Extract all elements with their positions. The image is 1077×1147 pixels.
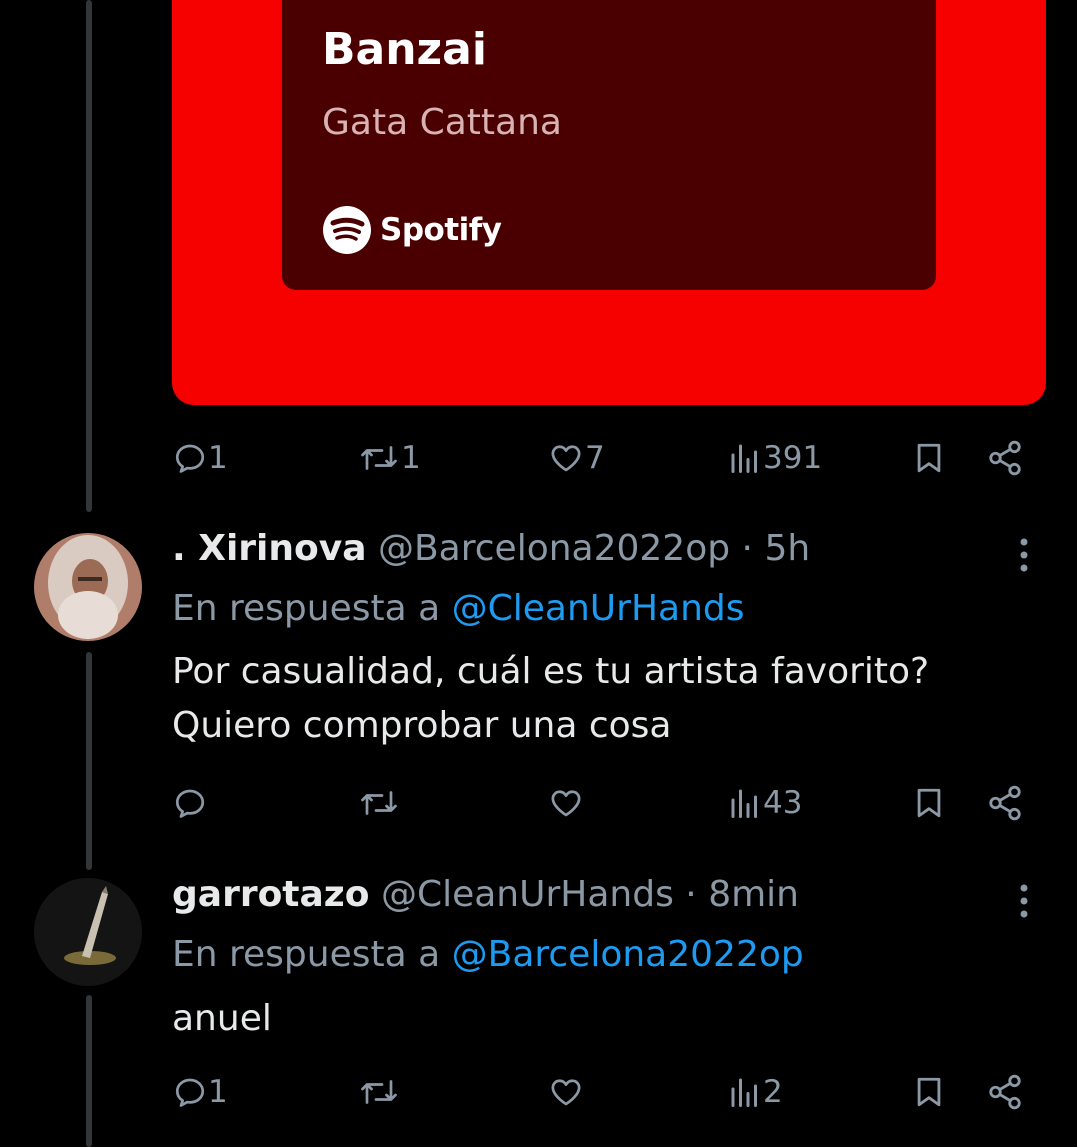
tweet-text-line: Por casualidad, cuál es tu artista favor… <box>172 651 930 692</box>
bookmark-button[interactable] <box>912 433 946 483</box>
more-button[interactable] <box>1010 882 1038 922</box>
spotify-icon <box>323 206 371 254</box>
views-icon <box>731 789 757 818</box>
repost-button[interactable]: 1 <box>357 433 421 483</box>
reply-count: 1 <box>208 440 228 476</box>
tweet-text: Por casualidad, cuál es tu artista favor… <box>172 645 929 753</box>
spotify-label: Spotify <box>380 212 502 248</box>
tweet-text: anuel <box>172 992 272 1046</box>
like-count: 7 <box>585 440 605 476</box>
bookmark-button[interactable] <box>912 778 946 828</box>
thread-line <box>86 995 92 1147</box>
avatar[interactable] <box>34 878 142 986</box>
more-icon <box>1020 538 1028 572</box>
views-icon <box>731 1078 757 1107</box>
user-handle[interactable]: @Barcelona2022op <box>378 528 730 569</box>
reply-context: En respuesta a @Barcelona2022op <box>172 934 804 975</box>
share-button[interactable] <box>986 433 1024 483</box>
reply-button[interactable] <box>172 778 208 828</box>
share-button[interactable] <box>986 1067 1024 1117</box>
reply-button[interactable]: 1 <box>172 1067 228 1117</box>
repost-icon <box>361 1080 397 1104</box>
views-count: 43 <box>763 785 803 821</box>
reply-mention[interactable]: @CleanUrHands <box>452 588 745 629</box>
like-icon <box>551 790 581 817</box>
reply-button[interactable]: 1 <box>172 433 228 483</box>
separator-dot: · <box>741 528 753 569</box>
like-button[interactable] <box>547 778 585 828</box>
tweet-text-line: Quiero comprobar una cosa <box>172 705 672 746</box>
share-icon <box>989 440 1021 476</box>
thread-line <box>86 0 92 512</box>
reply-mention[interactable]: @Barcelona2022op <box>452 934 804 975</box>
share-icon <box>989 1074 1021 1110</box>
tweet-text-line: anuel <box>172 998 272 1039</box>
reply-icon <box>175 444 205 473</box>
tweet-header: garrotazo @CleanUrHands · 8min <box>172 874 799 915</box>
track-title: Banzai <box>322 24 487 75</box>
views-count: 2 <box>763 1074 783 1110</box>
bookmark-icon <box>917 788 941 818</box>
spotify-card[interactable]: Banzai Gata Cattana Spotify <box>172 0 1046 405</box>
like-icon <box>551 445 581 472</box>
reply-context: En respuesta a @CleanUrHands <box>172 588 745 629</box>
repost-count: 1 <box>401 440 421 476</box>
views-button[interactable]: 43 <box>727 778 802 828</box>
reply-count: 1 <box>208 1074 228 1110</box>
repost-button[interactable] <box>357 778 401 828</box>
tweet-actions: 1 1 7 391 <box>172 433 1032 483</box>
reply-prefix: En respuesta a <box>172 588 441 629</box>
tweet-actions: 43 <box>172 778 1032 828</box>
avatar-image <box>34 533 142 641</box>
like-button[interactable]: 7 <box>547 433 605 483</box>
user-handle[interactable]: @CleanUrHands <box>381 874 674 915</box>
spotify-logo: Spotify <box>322 205 502 255</box>
reply-icon <box>175 1078 205 1107</box>
reply-icon <box>175 789 205 818</box>
timestamp[interactable]: 5h <box>764 528 810 569</box>
avatar[interactable] <box>34 533 142 641</box>
display-name[interactable]: garrotazo <box>172 874 370 915</box>
bookmark-button[interactable] <box>912 1067 946 1117</box>
repost-icon <box>361 791 397 815</box>
share-icon <box>989 785 1021 821</box>
like-icon <box>551 1079 581 1106</box>
reply-prefix: En respuesta a <box>172 934 441 975</box>
thread-line <box>86 652 92 870</box>
share-button[interactable] <box>986 778 1024 828</box>
bookmark-icon <box>917 443 941 473</box>
tweet-header: . Xirinova @Barcelona2022op · 5h <box>172 528 810 569</box>
repost-button[interactable] <box>357 1067 401 1117</box>
timestamp[interactable]: 8min <box>708 874 799 915</box>
like-button[interactable] <box>547 1067 585 1117</box>
views-count: 391 <box>763 440 823 476</box>
repost-icon <box>361 446 397 470</box>
views-button[interactable]: 391 <box>727 433 822 483</box>
views-button[interactable]: 2 <box>727 1067 783 1117</box>
spotify-card-inner: Banzai Gata Cattana Spotify <box>282 0 936 290</box>
bookmark-icon <box>917 1077 941 1107</box>
views-icon <box>731 444 757 473</box>
separator-dot: · <box>685 874 697 915</box>
more-icon <box>1020 884 1028 918</box>
more-button[interactable] <box>1010 536 1038 576</box>
tweet-actions: 1 2 <box>172 1067 1032 1117</box>
track-artist: Gata Cattana <box>322 102 562 143</box>
avatar-image <box>34 878 142 986</box>
display-name[interactable]: . Xirinova <box>172 528 367 569</box>
